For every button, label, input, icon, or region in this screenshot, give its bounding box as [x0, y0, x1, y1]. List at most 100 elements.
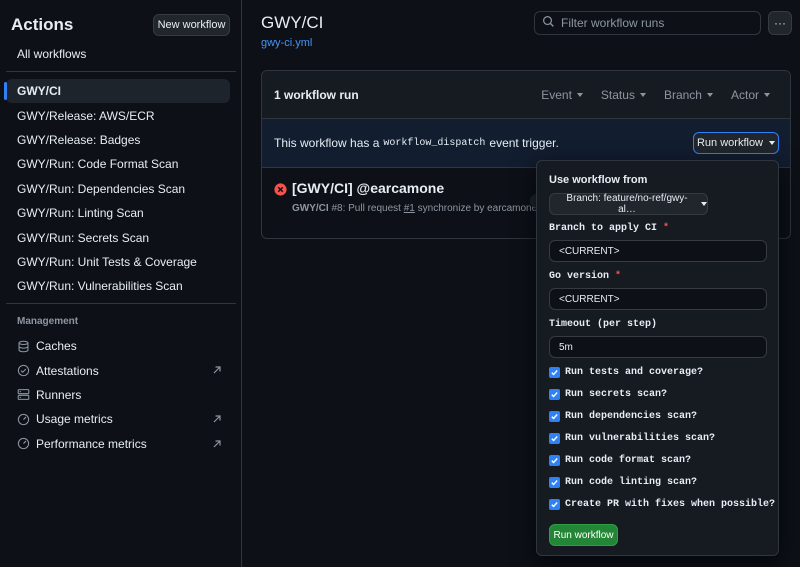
input-label-timeout: Timeout (per step) — [549, 319, 658, 330]
sidebar-item-performance-metrics[interactable]: Performance metrics — [17, 432, 227, 456]
sidebar-item-runners[interactable]: Runners — [17, 383, 227, 407]
chevron-down-icon — [769, 141, 776, 145]
checkbox-code-format-scan[interactable]: Run code format scan? — [549, 455, 691, 466]
sidebar-item-label: Usage metrics — [36, 412, 113, 427]
status-filter-label: Status — [600, 88, 635, 102]
checkbox-checked-icon[interactable] — [549, 411, 560, 422]
branch-to-apply-ci-input[interactable] — [549, 240, 767, 262]
run-workflow-popover: Use workflow from Branch: feature/no-ref… — [536, 160, 779, 556]
checkbox-secrets-scan[interactable]: Run secrets scan? — [549, 389, 667, 400]
event-filter-dropdown[interactable]: Event — [541, 88, 583, 102]
new-workflow-button[interactable]: New workflow — [153, 14, 230, 36]
go-version-input[interactable] — [549, 288, 767, 310]
runs-header: 1 workflow run Event Status Branch Actor — [262, 71, 790, 119]
sidebar-title: Actions — [11, 15, 74, 34]
sidebar-item-label: GWY/CI — [17, 84, 61, 99]
sidebar-item-label: Caches — [36, 339, 77, 354]
external-link-icon — [212, 438, 222, 448]
run-workflow-dropdown-button[interactable]: Run workflow — [693, 132, 779, 154]
branch-filter-dropdown[interactable]: Branch — [664, 88, 713, 102]
sidebar-item-label: GWY/Run: Code Format Scan — [17, 157, 179, 172]
event-filter-label: Event — [541, 88, 572, 102]
run-workflow-submit-button[interactable]: Run workflow — [549, 524, 618, 546]
run-number: #8: Pull request — [331, 203, 401, 214]
checkbox-checked-icon[interactable] — [549, 477, 560, 488]
sidebar: Actions New workflow All workflows GWY/C… — [0, 0, 242, 567]
database-icon — [17, 340, 30, 353]
dispatch-text-prefix: This workflow has a — [274, 136, 380, 150]
sidebar-item-label: GWY/Run: Linting Scan — [17, 206, 144, 221]
sidebar-item-caches[interactable]: Caches — [17, 334, 227, 358]
meter-icon — [17, 437, 30, 450]
branch-select-button[interactable]: Branch: feature/no-ref/gwy-al… — [549, 193, 708, 215]
chevron-down-icon — [639, 93, 646, 97]
checkbox-label: Run code format scan? — [565, 455, 692, 466]
checkbox-label: Run dependencies scan? — [565, 411, 698, 422]
run-title[interactable]: [GWY/CI] @earcamone — [292, 180, 444, 196]
checkbox-label: Run tests and coverage? — [565, 367, 704, 378]
filter-runs-input[interactable] — [561, 16, 756, 30]
external-link-icon — [212, 413, 222, 423]
checkbox-checked-icon[interactable] — [549, 389, 560, 400]
sidebar-item-gwy-ci[interactable]: GWY/CI — [4, 79, 230, 104]
filter-runs-field[interactable] — [534, 11, 761, 35]
search-icon — [542, 15, 555, 31]
chevron-down-icon — [576, 93, 583, 97]
check-circle-icon — [17, 364, 30, 377]
sidebar-item-usage-metrics[interactable]: Usage metrics — [17, 407, 227, 431]
checkbox-run-tests[interactable]: Run tests and coverage? — [549, 367, 703, 378]
sidebar-item-attestations[interactable]: Attestations — [17, 358, 227, 382]
timeout-input[interactable] — [549, 336, 767, 358]
chevron-down-icon — [701, 202, 707, 206]
all-workflows-link[interactable]: All workflows — [17, 47, 86, 61]
checkbox-checked-icon[interactable] — [549, 433, 560, 444]
dispatch-text-suffix: event trigger. — [489, 136, 559, 150]
required-asterisk: * — [615, 271, 622, 282]
input-label-text: Go version — [549, 271, 610, 282]
meter-icon — [17, 413, 30, 426]
chevron-down-icon — [706, 93, 713, 97]
required-asterisk: * — [663, 223, 670, 234]
checkbox-label: Run vulnerabilities scan? — [565, 433, 716, 444]
server-icon — [17, 388, 30, 401]
failure-icon — [274, 183, 287, 199]
checkbox-dependencies-scan[interactable]: Run dependencies scan? — [549, 411, 697, 422]
chevron-down-icon — [764, 93, 770, 97]
checkbox-checked-icon[interactable] — [549, 455, 560, 466]
checkbox-vulnerabilities-scan[interactable]: Run vulnerabilities scan? — [549, 433, 715, 444]
sidebar-item-label: Performance metrics — [36, 436, 147, 451]
actor-filter-label: Actor — [730, 88, 759, 102]
sidebar-divider — [6, 71, 236, 72]
run-workflow-name: GWY/CI — [292, 203, 329, 214]
management-list: Caches Attestations Runners Usage metric… — [17, 334, 227, 456]
workflow-file-link[interactable]: gwy-ci.yml — [261, 37, 312, 49]
use-workflow-from-label: Use workflow from — [549, 174, 648, 186]
sidebar-item-label: GWY/Run: Vulnerabilities Scan — [17, 279, 183, 294]
status-filter-dropdown[interactable]: Status — [601, 88, 646, 102]
sidebar-item-secrets-scan[interactable]: GWY/Run: Secrets Scan — [6, 225, 230, 249]
checkbox-checked-icon[interactable] — [549, 367, 560, 378]
sidebar-item-linting-scan[interactable]: GWY/Run: Linting Scan — [6, 201, 230, 225]
sidebar-item-dependencies-scan[interactable]: GWY/Run: Dependencies Scan — [6, 177, 230, 201]
sidebar-item-label: GWY/Run: Unit Tests & Coverage — [17, 254, 197, 269]
sidebar-item-release-aws-ecr[interactable]: GWY/Release: AWS/ECR — [6, 103, 230, 127]
dispatch-code: workflow_dispatch — [383, 137, 486, 149]
checkbox-label: Run code linting scan? — [565, 477, 698, 488]
sidebar-item-code-format-scan[interactable]: GWY/Run: Code Format Scan — [6, 152, 230, 176]
sidebar-item-vulnerabilities-scan[interactable]: GWY/Run: Vulnerabilities Scan — [6, 274, 230, 298]
checkbox-checked-icon[interactable] — [549, 499, 560, 510]
external-link-icon — [212, 364, 222, 374]
checkbox-create-pr[interactable]: Create PR with fixes when possible? — [549, 499, 775, 510]
sidebar-item-label: GWY/Run: Dependencies Scan — [17, 181, 186, 196]
more-options-button[interactable]: ··· — [768, 11, 792, 35]
pr-link[interactable]: #1 — [404, 203, 415, 214]
actor-filter-dropdown[interactable]: Actor — [731, 88, 770, 102]
input-label-text: Branch to apply CI — [549, 223, 658, 234]
management-heading: Management — [17, 316, 79, 327]
checkbox-code-linting-scan[interactable]: Run code linting scan? — [549, 477, 697, 488]
sidebar-item-unit-tests-coverage[interactable]: GWY/Run: Unit Tests & Coverage — [6, 250, 230, 274]
input-label-branch: Branch to apply CI * — [549, 223, 669, 234]
runs-count: 1 workflow run — [274, 87, 359, 102]
page-title: GWY/CI — [261, 13, 324, 32]
sidebar-item-release-badges[interactable]: GWY/Release: Badges — [6, 128, 230, 152]
